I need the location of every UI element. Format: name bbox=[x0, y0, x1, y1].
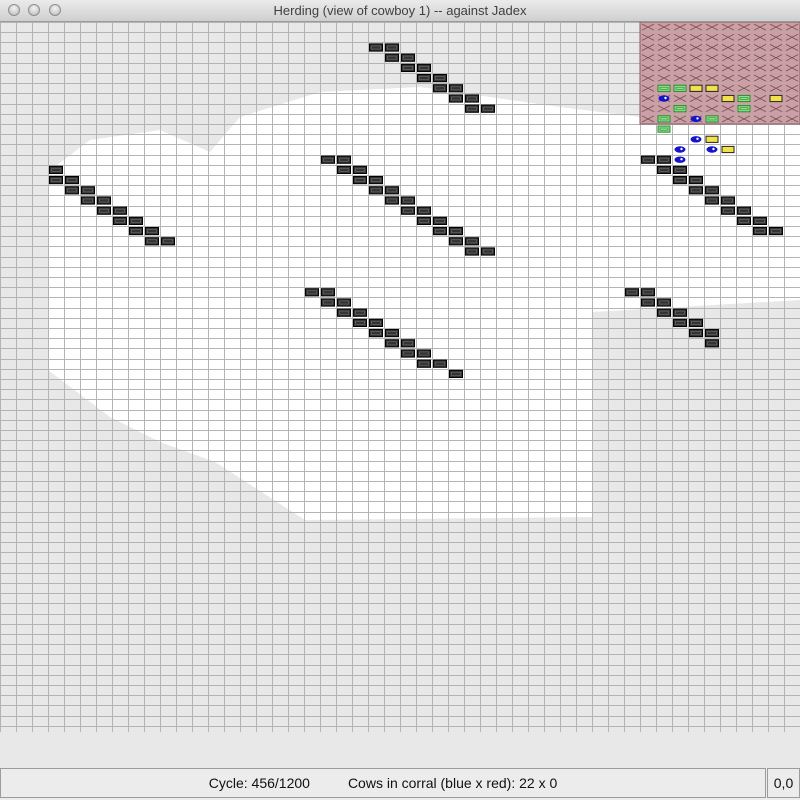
cycle-readout: Cycle: 456/1200 bbox=[209, 775, 310, 791]
cows-label: Cows in corral (blue x red): bbox=[347, 775, 516, 791]
cow-icon bbox=[658, 95, 670, 102]
status-bar: Cycle: 456/1200 Cows in corral (blue x r… bbox=[0, 768, 800, 800]
cow-icon bbox=[706, 146, 718, 153]
cow-icon bbox=[674, 146, 686, 153]
cow-icon-eye bbox=[680, 147, 683, 151]
target-marker bbox=[721, 145, 735, 154]
cow-icon-eye bbox=[664, 96, 667, 100]
target-marker bbox=[721, 94, 735, 103]
status-message: Cycle: 456/1200 Cows in corral (blue x r… bbox=[0, 768, 766, 798]
cow-icon-eye bbox=[712, 147, 715, 151]
cow-icon bbox=[674, 156, 686, 163]
cycle-value: 456/1200 bbox=[251, 775, 310, 791]
cows-readout: Cows in corral (blue x red): 22 x 0 bbox=[348, 775, 557, 791]
coordinate-readout: 0,0 bbox=[767, 768, 800, 798]
title-bar[interactable]: Herding (view of cowboy 1) -- against Ja… bbox=[0, 0, 800, 22]
app-window: Herding (view of cowboy 1) -- against Ja… bbox=[0, 0, 800, 800]
cow-icon-eye bbox=[696, 137, 699, 140]
target-marker bbox=[705, 84, 719, 92]
cows-value: 22 x 0 bbox=[519, 775, 558, 791]
target-marker bbox=[769, 94, 783, 103]
cow-icon bbox=[690, 115, 702, 123]
cow-icon-eye bbox=[696, 117, 699, 120]
herding-map[interactable] bbox=[0, 22, 800, 732]
cow-icon-eye bbox=[680, 158, 683, 161]
map-canvas[interactable] bbox=[0, 22, 800, 732]
target-marker bbox=[705, 135, 719, 143]
cow-icon bbox=[690, 136, 702, 143]
cycle-label: Cycle: bbox=[208, 775, 248, 791]
target-marker bbox=[689, 84, 703, 92]
window-title: Herding (view of cowboy 1) -- against Ja… bbox=[273, 3, 527, 18]
